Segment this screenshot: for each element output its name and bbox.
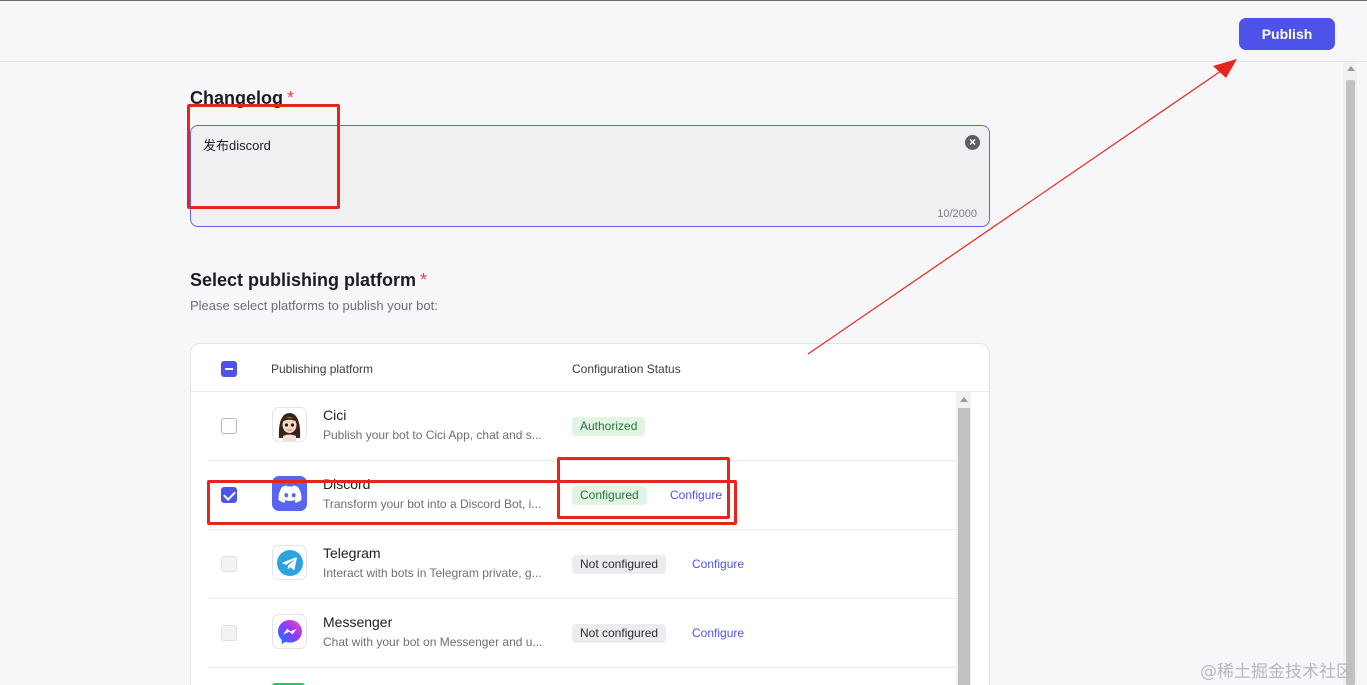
- telegram-icon: [272, 545, 307, 580]
- select-all-checkbox[interactable]: [221, 361, 237, 377]
- table-scrollbar-thumb[interactable]: [958, 408, 970, 685]
- platform-name: Messenger: [323, 614, 393, 630]
- table-row-telegram[interactable]: Telegram Interact with bots in Telegram …: [208, 530, 958, 599]
- cici-avatar-icon: [272, 407, 307, 442]
- watermark: @稀土掘金技术社区: [1200, 662, 1353, 682]
- platform-description: Publish your bot to Cici App, chat and s…: [323, 428, 542, 442]
- clear-icon[interactable]: ×: [965, 135, 980, 150]
- annotation-box-status: [557, 457, 730, 519]
- configure-link[interactable]: Configure: [692, 557, 744, 571]
- table-row-messenger[interactable]: Messenger Chat with your bot on Messenge…: [208, 599, 958, 668]
- platform-section-title: Select publishing platform *: [190, 270, 427, 291]
- messenger-icon: [272, 614, 307, 649]
- platform-subtitle: Please select platforms to publish your …: [190, 298, 438, 313]
- status-badge: Not configured: [572, 624, 667, 643]
- annotation-box-changelog: [187, 104, 340, 209]
- row-checkbox[interactable]: [221, 625, 237, 641]
- page-scrollbar-thumb[interactable]: [1346, 80, 1355, 685]
- required-mark: *: [420, 270, 428, 290]
- table-scroll-up-arrow-icon[interactable]: [960, 397, 968, 402]
- platform-name: Telegram: [323, 545, 381, 561]
- platform-title-text: Select publishing platform: [190, 270, 417, 290]
- status-badge: Not configured: [572, 555, 667, 574]
- status-badge: Authorized: [572, 417, 646, 436]
- page-scroll-up-arrow-icon[interactable]: [1347, 66, 1355, 71]
- configure-link[interactable]: Configure: [692, 626, 744, 640]
- character-counter: 10/2000: [937, 208, 977, 220]
- row-checkbox[interactable]: [221, 556, 237, 572]
- column-header-platform: Publishing platform: [271, 362, 374, 376]
- row-checkbox[interactable]: [221, 418, 237, 434]
- table-header: Publishing platform Configuration Status: [191, 344, 989, 392]
- column-header-status: Configuration Status: [572, 362, 681, 376]
- platform-description: Interact with bots in Telegram private, …: [323, 566, 542, 580]
- publish-button[interactable]: Publish: [1239, 18, 1335, 50]
- table-row-cici[interactable]: Cici Publish your bot to Cici App, chat …: [208, 392, 958, 461]
- platform-name: Cici: [323, 407, 347, 423]
- platform-description: Chat with your bot on Messenger and u...: [323, 635, 543, 649]
- top-bar: Publish: [0, 0, 1367, 62]
